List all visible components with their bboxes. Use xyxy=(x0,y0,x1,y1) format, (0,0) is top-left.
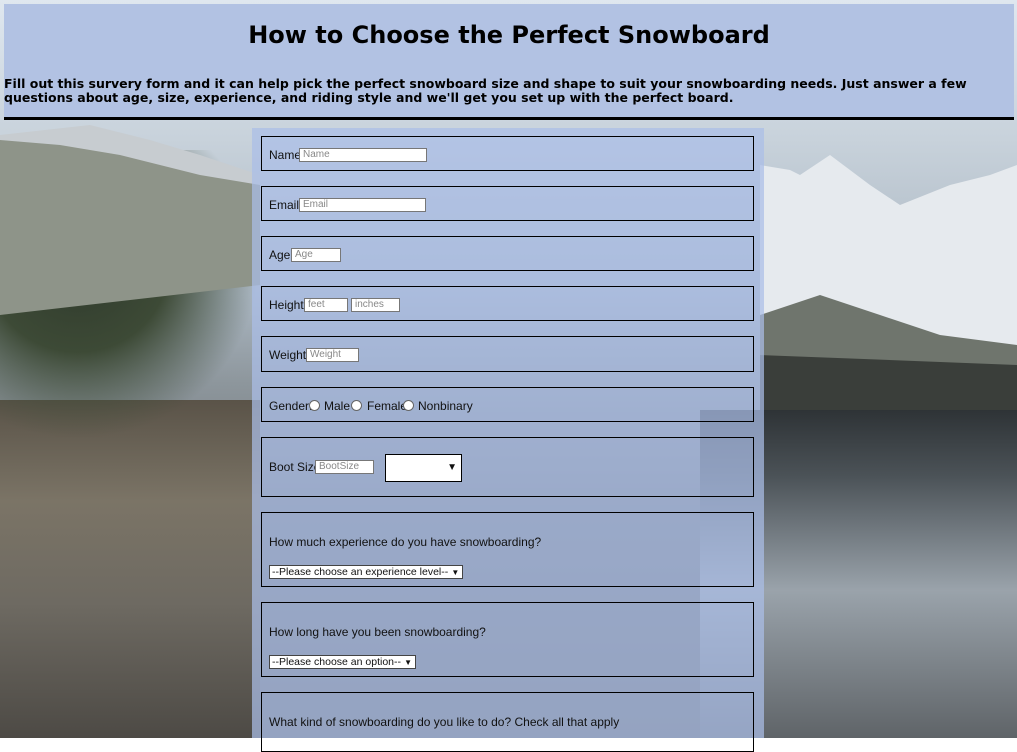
page-header: How to Choose the Perfect Snowboard Fill… xyxy=(4,4,1014,120)
name-fieldset: Name: Name xyxy=(261,136,754,171)
style-fieldset: What kind of snowboarding do you like to… xyxy=(261,692,754,752)
height-label: Height: xyxy=(269,298,308,312)
rocks-foreground xyxy=(0,400,260,738)
height-inches-input[interactable]: inches xyxy=(351,298,400,312)
weight-input[interactable]: Weight xyxy=(306,348,359,362)
duration-fieldset: How long have you been snowboarding? --P… xyxy=(261,602,754,677)
name-input[interactable]: Name xyxy=(299,148,427,162)
gender-male-label: Male xyxy=(324,399,351,413)
age-fieldset: Age: Age xyxy=(261,236,754,271)
duration-question: How long have you been snowboarding? xyxy=(269,625,486,639)
chevron-down-icon: ▼ xyxy=(451,568,460,577)
duration-select-value: --Please choose an option-- xyxy=(272,656,401,668)
email-label: Email: xyxy=(269,198,303,212)
age-input[interactable]: Age xyxy=(291,248,341,262)
age-label: Age: xyxy=(269,248,294,262)
gender-male-radio[interactable] xyxy=(309,400,320,411)
chevron-down-icon: ▼ xyxy=(404,658,412,667)
boot-size-input[interactable]: BootSize xyxy=(315,460,374,474)
survey-form: Name: Name Email: Email Age: Age Height:… xyxy=(252,128,764,752)
page-description: Fill out this survery form and it can he… xyxy=(4,76,967,105)
gender-nonbinary-label: Nonbinary xyxy=(418,399,473,413)
boot-size-unit-select[interactable]: ▼ xyxy=(385,454,462,482)
gender-female-label: Female xyxy=(367,399,408,413)
style-question: What kind of snowboarding do you like to… xyxy=(269,715,620,729)
page-title: How to Choose the Perfect Snowboard xyxy=(248,21,770,49)
gender-fieldset: Gender: Male Female Nonbinary xyxy=(261,387,754,422)
boot-size-fieldset: Boot Size: BootSize ▼ xyxy=(261,437,754,497)
experience-question: How much experience do you have snowboar… xyxy=(269,535,542,549)
gender-female-radio[interactable] xyxy=(351,400,362,411)
height-feet-input[interactable]: feet xyxy=(304,298,348,312)
experience-select-value: --Please choose an experience level-- xyxy=(272,566,449,578)
email-input[interactable]: Email xyxy=(299,198,426,212)
gender-label: Gender: xyxy=(269,399,313,413)
experience-fieldset: How much experience do you have snowboar… xyxy=(261,512,754,587)
chevron-down-icon: ▼ xyxy=(447,462,457,473)
gender-nonbinary-radio[interactable] xyxy=(403,400,414,411)
duration-select[interactable]: --Please choose an option-- ▼ xyxy=(269,655,416,669)
weight-label: Weight: xyxy=(269,348,310,362)
height-fieldset: Height: feet inches xyxy=(261,286,754,321)
email-fieldset: Email: Email xyxy=(261,186,754,221)
experience-select[interactable]: --Please choose an experience level-- ▼ xyxy=(269,565,464,579)
weight-fieldset: Weight: Weight xyxy=(261,336,754,372)
